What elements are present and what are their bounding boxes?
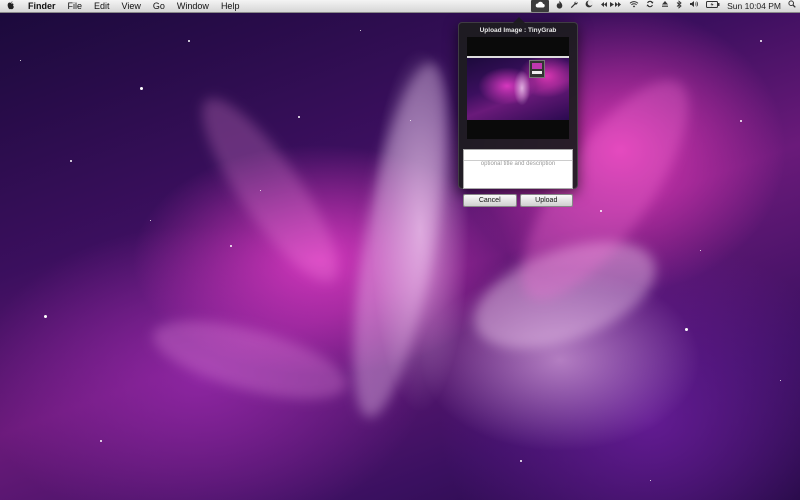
star: [100, 440, 102, 442]
menu-go[interactable]: Go: [147, 0, 171, 12]
star: [230, 245, 232, 247]
tinygrab-cloud-icon[interactable]: [531, 0, 550, 12]
thumbnail-menubar: [467, 56, 569, 58]
sync-icon[interactable]: [646, 0, 654, 12]
aurora-ray: [182, 82, 358, 298]
star: [44, 315, 47, 318]
star: [600, 210, 602, 212]
menu-clock[interactable]: Sun 10:04 PM: [727, 0, 781, 12]
popup-button-row: Cancel Upload: [463, 194, 573, 207]
menu-finder[interactable]: Finder: [22, 0, 62, 12]
aurora-ray: [460, 220, 670, 370]
desktop-wallpaper: [0, 0, 800, 500]
star: [70, 160, 72, 162]
screenshot-thumbnail: [467, 56, 569, 120]
star: [298, 116, 300, 118]
bluetooth-icon[interactable]: [676, 0, 682, 13]
thumbnail-popup-image: [532, 63, 542, 69]
star: [740, 120, 742, 122]
menu-help[interactable]: Help: [215, 0, 246, 12]
thumbnail-popup-field: [532, 71, 542, 74]
star: [685, 328, 688, 331]
star: [20, 60, 21, 61]
aurora-ray: [145, 305, 355, 415]
thumbnail-popup: [529, 60, 545, 78]
wifi-icon[interactable]: [629, 0, 639, 12]
flame-icon[interactable]: [556, 0, 563, 13]
aurora-ray: [334, 56, 466, 424]
star: [410, 120, 411, 121]
moon-icon[interactable]: [585, 0, 594, 12]
star: [520, 460, 522, 462]
star: [780, 380, 781, 381]
eject-icon[interactable]: [661, 0, 669, 12]
volume-icon[interactable]: [689, 0, 699, 12]
menu-edit[interactable]: Edit: [88, 0, 116, 12]
menu-view[interactable]: View: [116, 0, 147, 12]
battery-icon[interactable]: [706, 0, 720, 12]
wrench-icon[interactable]: [570, 0, 578, 12]
cancel-button[interactable]: Cancel: [463, 194, 517, 207]
star: [140, 87, 143, 90]
description-placeholder: optional title and description: [480, 161, 556, 167]
star: [360, 30, 361, 31]
star: [260, 190, 261, 191]
description-field[interactable]: optional title and description: [463, 149, 573, 189]
media-controls-icon[interactable]: [600, 0, 622, 12]
apple-logo-icon[interactable]: [0, 0, 22, 12]
star: [188, 40, 190, 42]
star: [650, 480, 651, 481]
star: [150, 220, 151, 221]
upload-popup: Upload Image : TinyGrab optional title a…: [458, 17, 578, 207]
star: [700, 250, 701, 251]
menu-bar: Finder File Edit View Go Window Help Sun…: [0, 0, 800, 13]
spotlight-search-icon[interactable]: [788, 0, 796, 12]
menu-window[interactable]: Window: [171, 0, 215, 12]
screenshot-preview: [467, 37, 569, 139]
popup-title: Upload Image : TinyGrab: [479, 27, 557, 34]
upload-button[interactable]: Upload: [519, 194, 573, 207]
star: [760, 40, 762, 42]
menu-file[interactable]: File: [62, 0, 89, 12]
